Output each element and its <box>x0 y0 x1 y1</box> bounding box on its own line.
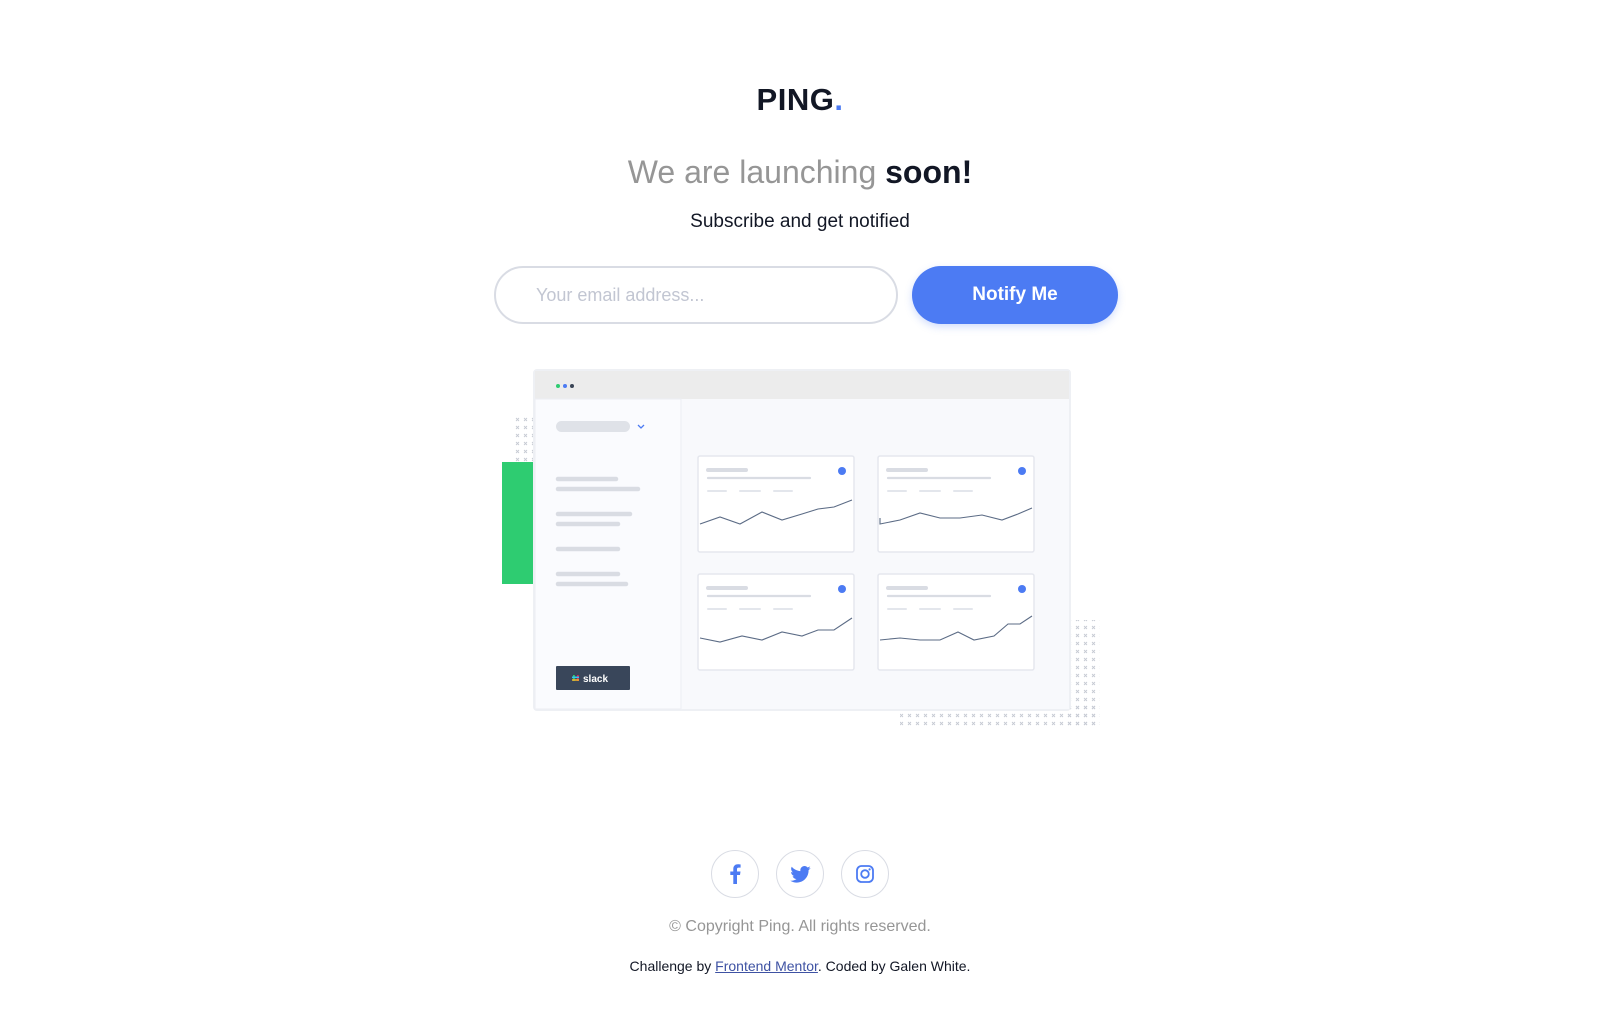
email-input[interactable] <box>494 266 898 324</box>
chart-card <box>697 455 855 553</box>
facebook-icon <box>730 864 741 884</box>
check-badge-icon <box>838 585 846 593</box>
window-sidebar <box>534 398 682 710</box>
sidebar-dropdown <box>556 421 630 432</box>
chart-card <box>877 455 1035 553</box>
page-headline: We are launching soon! <box>0 154 1600 191</box>
brand-name: PING <box>756 82 835 117</box>
social-links <box>0 850 1600 898</box>
page-subheading: Subscribe and get notified <box>690 211 910 232</box>
decor-green-block <box>502 462 538 584</box>
brand-logo: PING. <box>0 82 1600 118</box>
check-badge-icon <box>838 467 846 475</box>
twitter-link[interactable] <box>776 850 824 898</box>
headline-bold: soon! <box>885 154 973 190</box>
instagram-icon <box>856 865 874 883</box>
attribution: Challenge by Frontend Mentor. Coded by G… <box>0 958 1600 974</box>
chart-card <box>877 573 1035 671</box>
frontend-mentor-link[interactable]: Frontend Mentor <box>715 958 818 974</box>
attribution-prefix: Challenge by <box>629 958 716 974</box>
instagram-link[interactable] <box>841 850 889 898</box>
check-badge-icon <box>1018 467 1026 475</box>
brand-dot: . <box>834 82 844 117</box>
check-badge-icon <box>1018 585 1026 593</box>
notify-me-button[interactable]: Notify Me <box>912 266 1118 324</box>
sidebar-slack-button: slack <box>556 666 630 690</box>
twitter-icon <box>789 865 811 883</box>
slack-label: slack <box>583 674 608 685</box>
chart-card <box>697 573 855 671</box>
dashboard-illustration: slack <box>502 369 1100 728</box>
headline-light: We are launching <box>627 154 886 190</box>
copyright-text: © Copyright Ping. All rights reserved. <box>669 918 931 935</box>
facebook-link[interactable] <box>711 850 759 898</box>
window-dots-icon <box>556 384 574 388</box>
attribution-suffix: . Coded by Galen White. <box>817 958 971 974</box>
window-titlebar <box>535 371 1069 399</box>
